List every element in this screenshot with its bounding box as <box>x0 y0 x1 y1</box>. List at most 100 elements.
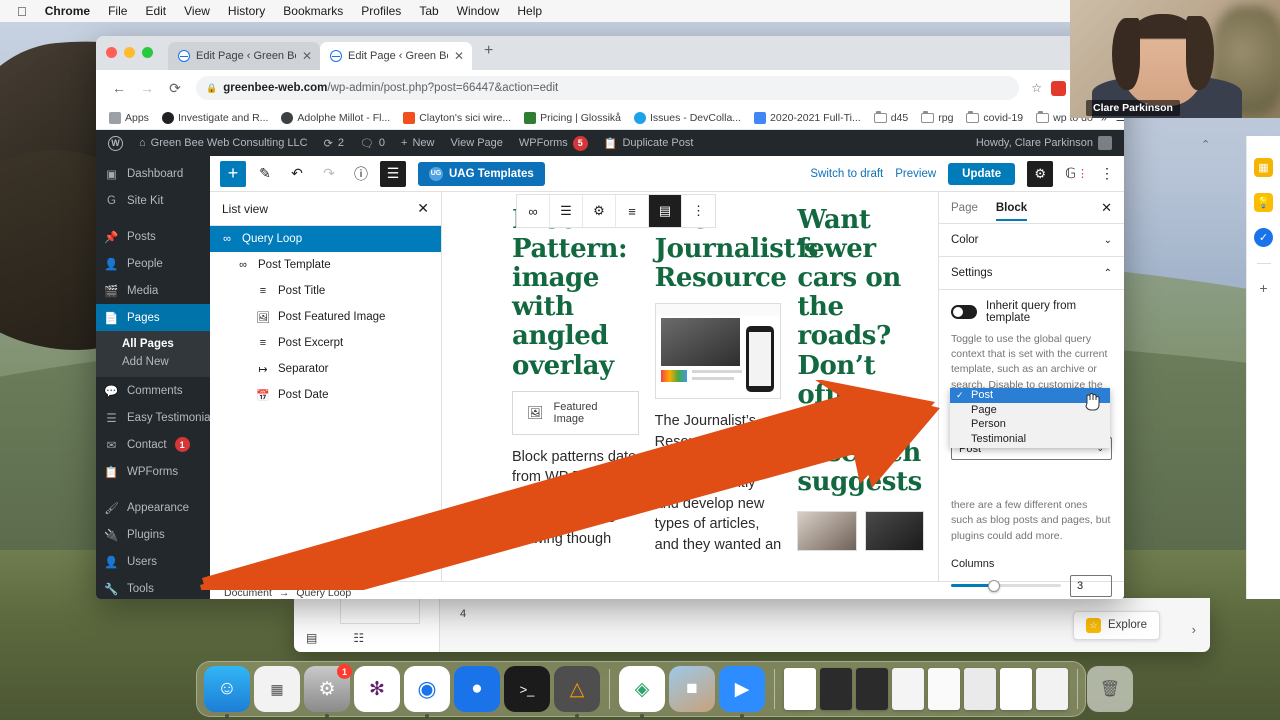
minimized-window[interactable] <box>964 668 996 710</box>
photos-icon[interactable]: ■ <box>669 666 715 712</box>
add-block-button[interactable]: + <box>220 161 246 187</box>
sidebar-item-easy-testimonials[interactable]: ☰ Easy Testimonials <box>96 404 210 431</box>
menu-chrome[interactable]: Chrome <box>36 0 99 22</box>
zoom-icon[interactable]: ▶ <box>719 666 765 712</box>
keep-icon[interactable]: 💡 <box>1254 193 1273 212</box>
query-loop-icon[interactable]: ∞ <box>517 195 550 227</box>
section-color[interactable]: Color ⌄ <box>939 224 1124 257</box>
site-name-menu[interactable]: ⌂ Green Bee Web Consulting LLC <box>131 130 316 156</box>
switch-to-draft-button[interactable]: Switch to draft <box>810 168 883 180</box>
mapping-icon[interactable]: ● <box>454 666 500 712</box>
minimized-window[interactable] <box>856 668 888 710</box>
slack-icon[interactable]: ✻ <box>354 666 400 712</box>
address-bar[interactable]: 🔒 greenbee-web.com/wp-admin/post.php?pos… <box>196 76 1019 100</box>
close-icon[interactable]: ✕ <box>1101 200 1112 216</box>
system-preferences-icon[interactable]: ⚙1 <box>304 666 350 712</box>
settings-sliders-icon[interactable]: ⚙ <box>583 195 616 227</box>
browser-tab-active[interactable]: Edit Page ‹ Green Bee Web Co ✕ <box>320 42 472 70</box>
tab-page[interactable]: Page <box>951 194 978 221</box>
list-item-post-title[interactable]: ≡ Post Title <box>210 278 441 304</box>
sidebar-item-plugins[interactable]: 🔌 Plugins <box>96 521 210 548</box>
close-tab-icon[interactable]: ✕ <box>454 49 464 63</box>
inherit-query-row[interactable]: Inherit query from template <box>951 300 1112 324</box>
list-icon[interactable]: ≡ <box>616 195 649 227</box>
collapse-chevron-icon[interactable]: ⌃ <box>1201 138 1210 151</box>
bookmark-item[interactable]: Investigate and R... <box>157 110 273 126</box>
new-tab-button[interactable]: + <box>472 42 503 64</box>
grid-view-icon[interactable]: ▤ <box>649 195 682 227</box>
yoast-icon[interactable]: 𝔾⋮ <box>1065 165 1088 182</box>
sidebar-item-posts[interactable]: 📌 Posts <box>96 223 210 250</box>
tasks-icon[interactable]: ✓ <box>1254 228 1273 247</box>
close-tab-icon[interactable]: ✕ <box>302 49 312 63</box>
comments-menu[interactable]: 🗨 0 <box>352 130 393 156</box>
minimized-window[interactable] <box>784 668 816 710</box>
list-item-separator[interactable]: ↦ Separator <box>210 356 441 382</box>
maximize-window-button[interactable] <box>142 47 153 58</box>
post-excerpt[interactable]: The Journalist’s Resource was ready to p… <box>655 411 782 555</box>
terminal-icon[interactable]: >_ <box>504 666 550 712</box>
duplicate-post-menu[interactable]: 📋 Duplicate Post <box>596 130 702 156</box>
filmstrip-view-icon[interactable]: ▤ <box>306 631 317 645</box>
wp-logo-menu[interactable]: W <box>100 130 131 156</box>
bookmark-item[interactable]: Issues - DevColla... <box>629 110 746 126</box>
close-icon[interactable]: ✕ <box>417 200 429 217</box>
extension-s-icon[interactable] <box>1051 81 1066 96</box>
gear-icon[interactable]: ⚙ <box>1027 161 1053 187</box>
post-featured-image[interactable] <box>655 303 782 399</box>
sidebar-item-users[interactable]: 👤 Users <box>96 548 210 575</box>
minimized-window[interactable] <box>820 668 852 710</box>
sublime-text-icon[interactable]: △ <box>554 666 600 712</box>
columns-number-input[interactable]: 3 <box>1070 575 1112 597</box>
more-options-icon[interactable]: ⋮ <box>682 195 715 227</box>
columns-slider[interactable] <box>951 584 1061 587</box>
details-info-icon[interactable]: ⓘ <box>348 161 374 187</box>
trash-icon[interactable]: 🗑 <box>1087 666 1133 712</box>
breadcrumb-query-loop[interactable]: Query Loop <box>296 587 351 599</box>
bookmark-folder[interactable]: d45 <box>869 110 914 126</box>
wpforms-menu[interactable]: WPForms 5 <box>511 130 596 156</box>
minimized-window[interactable] <box>1000 668 1032 710</box>
sidebar-item-wpforms[interactable]: 📋 WPForms <box>96 458 210 485</box>
bookmark-item[interactable]: 2020-2021 Full-Ti... <box>749 110 866 126</box>
undo-button[interactable]: ↶ <box>284 161 310 187</box>
new-content-menu[interactable]: + New <box>393 130 442 156</box>
grid-view-icon[interactable]: ☷ <box>353 631 364 645</box>
align-icon[interactable]: ☰ <box>550 195 583 227</box>
apple-logo-icon[interactable]:  <box>8 4 36 19</box>
sidebar-item-dashboard[interactable]: ▣ Dashboard <box>96 160 210 187</box>
list-item-post-template[interactable]: ∞ Post Template <box>210 252 441 278</box>
minimized-window[interactable] <box>928 668 960 710</box>
sidebar-item-tools[interactable]: 🔧 Tools <box>96 575 210 599</box>
webcam-overlay[interactable]: Clare Parkinson <box>1070 0 1280 118</box>
chrome-icon[interactable]: ◉ <box>404 666 450 712</box>
bookmark-item[interactable]: Adolphe Millot - Fl... <box>276 110 395 126</box>
inherit-query-toggle[interactable] <box>951 305 977 319</box>
columns-slider-row[interactable]: 3 <box>951 575 1112 597</box>
finder-icon[interactable]: ☺ <box>204 666 250 712</box>
explore-button[interactable]: ☆ Explore <box>1073 611 1160 640</box>
redo-button[interactable]: ↷ <box>316 161 342 187</box>
minimized-window[interactable] <box>1036 668 1068 710</box>
bookmark-folder[interactable]: rpg <box>916 110 958 126</box>
sidebar-item-media[interactable]: 🎬 Media <box>96 277 210 304</box>
section-settings[interactable]: Settings ⌃ <box>939 257 1124 290</box>
expand-chevron-icon[interactable]: › <box>1192 622 1196 637</box>
post-featured-image[interactable] <box>797 511 924 551</box>
menu-profiles[interactable]: Profiles <box>352 0 410 22</box>
sidebar-item-site-kit[interactable]: G Site Kit <box>96 187 210 214</box>
add-icon[interactable]: + <box>1259 280 1267 296</box>
dropdown-option-person[interactable]: Person <box>950 417 1110 432</box>
sidebar-item-contact[interactable]: ✉ Contact 1 <box>96 431 210 458</box>
submenu-add-new[interactable]: Add New <box>96 353 210 371</box>
google-slides-icon[interactable]: ▦ <box>1254 158 1273 177</box>
star-bookmark-icon[interactable]: ☆ <box>1031 81 1042 95</box>
close-window-button[interactable] <box>106 47 117 58</box>
sketch-icon[interactable]: ◈ <box>619 666 665 712</box>
preview-button[interactable]: Preview <box>895 168 936 180</box>
bookmark-item[interactable]: Pricing | Glossikå <box>519 110 626 126</box>
menu-tab[interactable]: Tab <box>410 0 447 22</box>
post-title[interactable]: Want fewer cars on the roads? Don’t offe… <box>797 206 924 497</box>
reload-button[interactable]: ⟳ <box>162 75 188 101</box>
dropdown-option-testimonial[interactable]: Testimonial <box>950 432 1110 447</box>
